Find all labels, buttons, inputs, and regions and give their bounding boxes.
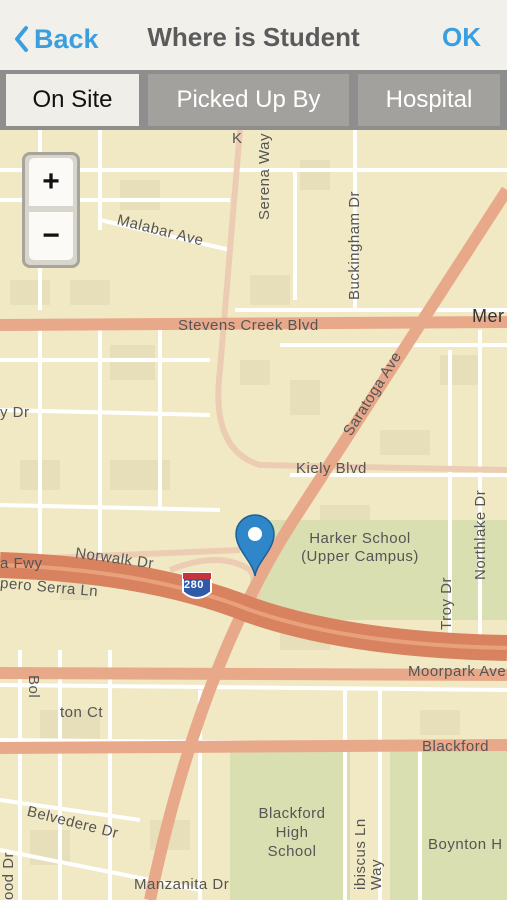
map-label-hibiscus: ibiscus Ln — [352, 818, 369, 890]
map-label-bol: Bol — [25, 675, 42, 699]
zoom-out-button[interactable]: − — [29, 212, 73, 260]
map-label: Blackford — [422, 738, 490, 755]
map-label-wood: ood Dr — [0, 851, 17, 900]
back-button[interactable]: Back — [12, 22, 99, 56]
map-label-serena: Serena Way — [256, 133, 273, 220]
map-label-buckingham: Buckingham Dr — [346, 190, 363, 300]
zoom-in-button[interactable]: + — [29, 158, 73, 206]
map-label: y Dr — [0, 404, 30, 421]
map-label: ton Ct — [60, 704, 104, 721]
map-label-way: Way — [368, 859, 385, 890]
map-label: K — [232, 130, 243, 147]
map-label: Moorpark Ave — [408, 663, 507, 680]
map-label: Boynton H — [428, 836, 503, 853]
map-view[interactable]: K Malabar Ave Serena Way Buckingham Dr S… — [0, 130, 507, 900]
back-label: Back — [34, 23, 99, 54]
map-label: Kiely Blvd — [296, 460, 367, 477]
tab-picked-up-by[interactable]: Picked Up By — [148, 74, 349, 126]
tab-on-site[interactable]: On Site — [6, 74, 139, 126]
map-pin-icon[interactable] — [232, 512, 278, 578]
chevron-left-icon — [15, 26, 28, 52]
map-label: Harker School (Upper Campus) — [301, 530, 419, 565]
map-label: Stevens Creek Blvd — [178, 317, 319, 334]
map-label: a Fwy — [0, 555, 43, 572]
map-label: Mer — [472, 306, 505, 326]
ok-button[interactable]: OK — [442, 22, 481, 53]
map-label-northlake: Northlake Dr — [472, 489, 489, 580]
navigation-bar: Back Where is Student OK — [0, 0, 507, 73]
tab-bar: On Site Picked Up By Hospital — [0, 70, 507, 130]
tab-hospital[interactable]: Hospital — [358, 74, 500, 126]
zoom-control: + − — [22, 152, 80, 268]
map-label: Blackford High School — [258, 805, 326, 860]
map-label: Manzanita Dr — [134, 876, 230, 893]
map-label-troy: Troy Dr — [438, 577, 455, 630]
map-label: 280 — [184, 579, 204, 591]
